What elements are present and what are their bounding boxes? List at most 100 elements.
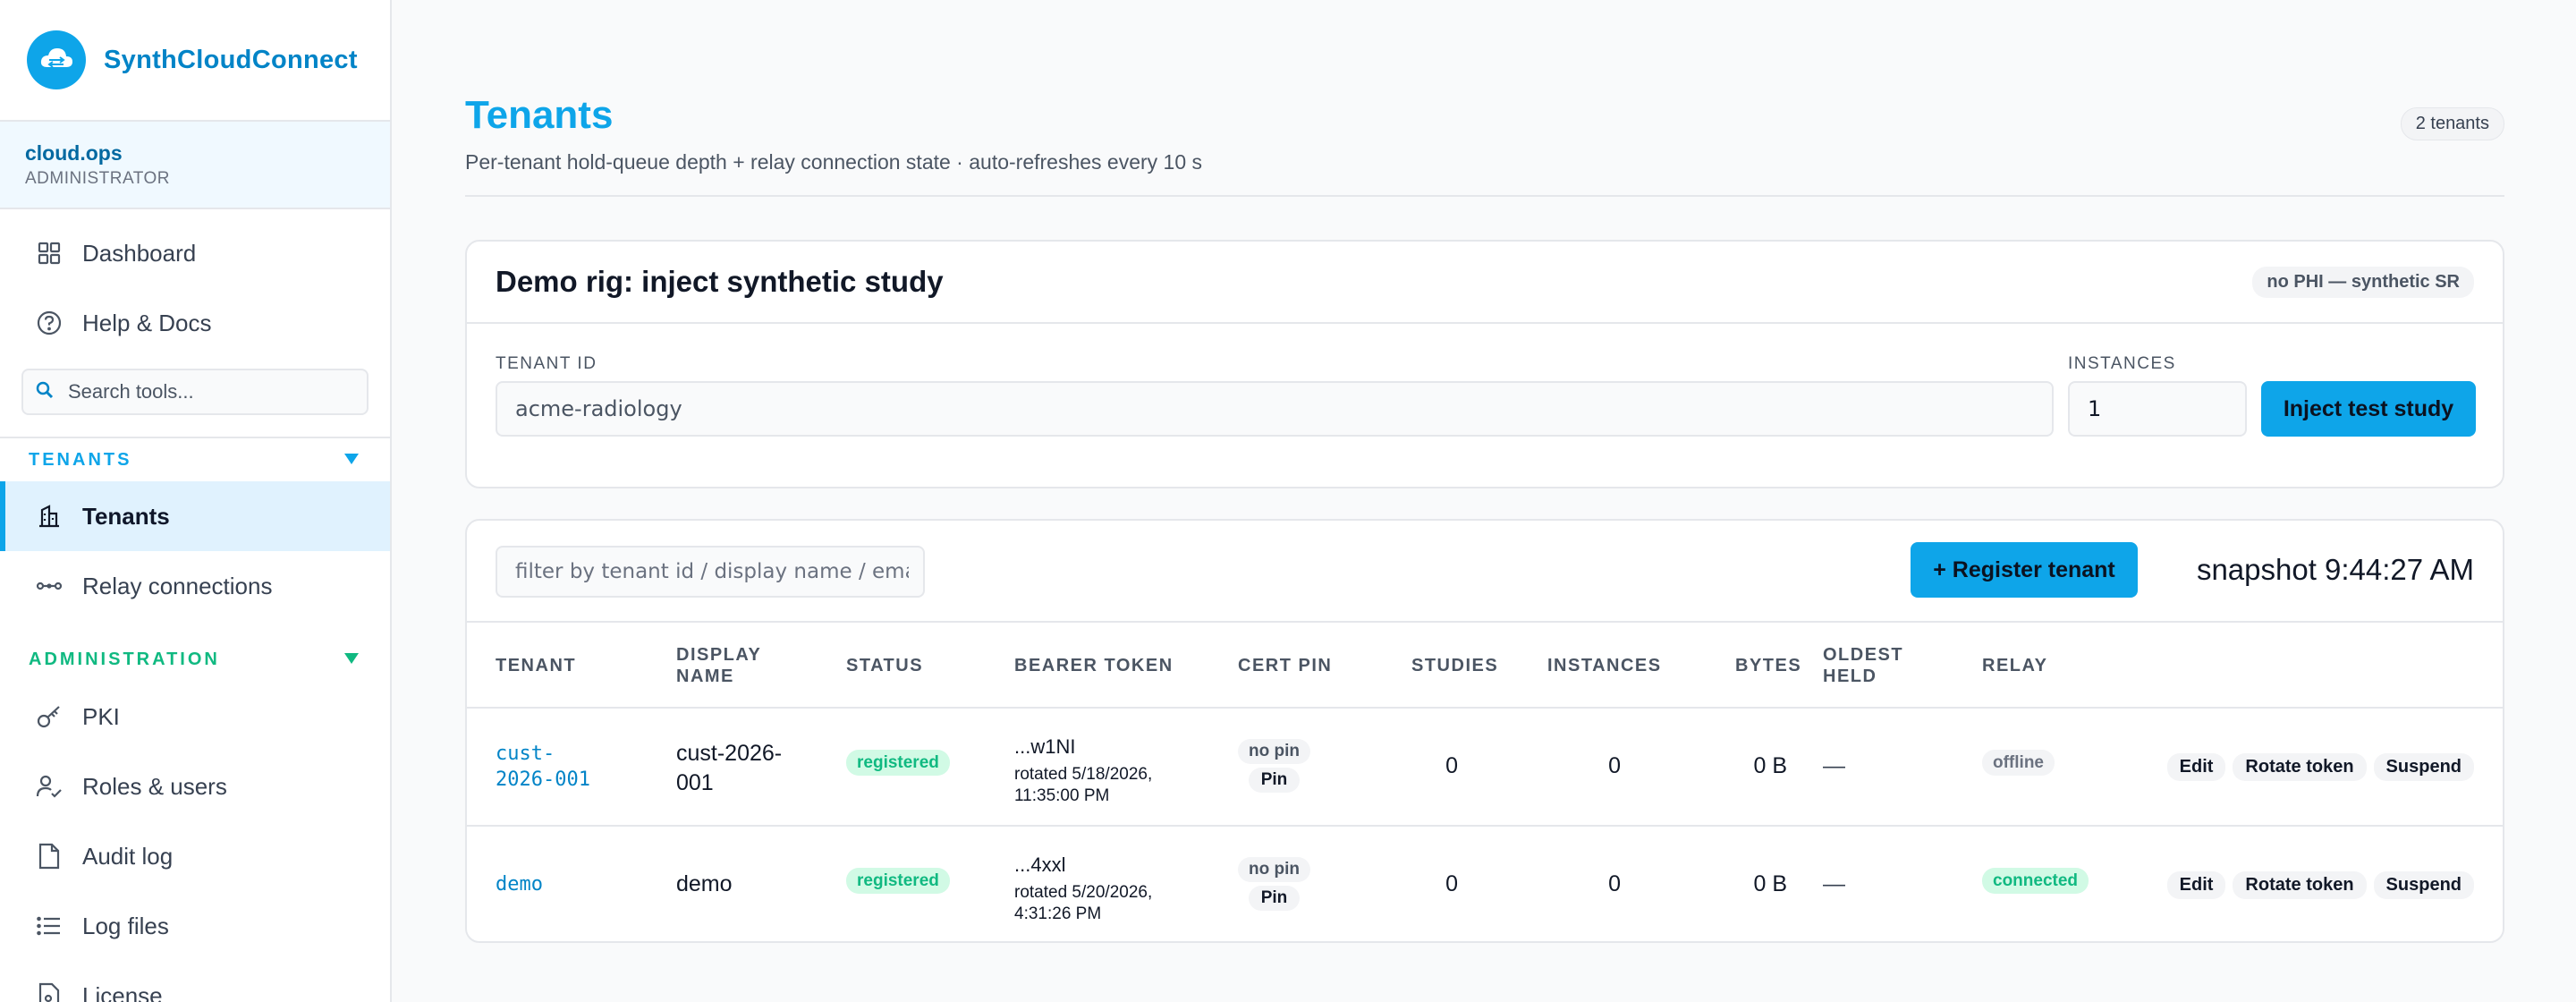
status-cell: registered — [846, 868, 950, 894]
col-oldest-held[interactable]: OLDEST HELD — [1823, 644, 1903, 687]
grid-icon — [34, 238, 64, 268]
sidebar-item-label: Dashboard — [82, 239, 197, 267]
col-instances[interactable]: INSTANCES — [1547, 655, 1662, 676]
table-header: TENANT DISPLAY NAME STATUS BEARER TOKEN … — [467, 621, 2503, 709]
studies-count: 0 — [1445, 871, 1458, 896]
studies-count: 0 — [1445, 753, 1458, 778]
tenant-id-line: demo — [496, 873, 543, 896]
tenant-count-badge: 2 tenants — [2400, 107, 2504, 140]
sidebar-item-label: PKI — [82, 702, 120, 730]
user-role: ADMINISTRATOR — [25, 169, 171, 188]
pin-status-badge: no pin — [1238, 739, 1310, 764]
col-display-name[interactable]: DISPLAY NAME — [676, 644, 761, 687]
sidebar: SynthCloudConnect cloud.ops ADMINISTRATO… — [0, 0, 392, 1002]
cert-pin-cell: no pin Pin — [1238, 739, 1310, 793]
col-cert-pin[interactable]: CERT PIN — [1238, 655, 1332, 676]
register-tenant-button[interactable]: + Register tenant — [1911, 542, 2138, 598]
edit-button[interactable]: Edit — [2166, 753, 2226, 781]
instances-count: 0 — [1608, 753, 1621, 778]
col-tenant[interactable]: TENANT — [496, 655, 576, 676]
demo-rig-title: Demo rig: inject synthetic study — [496, 265, 944, 298]
tenant-id-label: TENANT ID — [496, 354, 597, 373]
sidebar-item-label: Tenants — [82, 502, 170, 530]
section-title: ADMINISTRATION — [29, 649, 220, 669]
relay-cell: offline — [1982, 750, 2055, 776]
sidebar-item-tenants[interactable]: Tenants — [0, 481, 390, 551]
rotate-token-button[interactable]: Rotate token — [2233, 871, 2367, 899]
tenant-id-input[interactable]: acme-radiology — [496, 381, 2054, 437]
display-name-line: 001 — [676, 770, 714, 795]
sidebar-item-pki[interactable]: PKI — [0, 682, 390, 752]
sidebar-item-relay[interactable]: Relay connections — [0, 551, 390, 621]
row-actions: Edit Rotate token Suspend — [2166, 871, 2474, 899]
search-input[interactable] — [68, 380, 336, 403]
col-oldest-held-line: HELD — [1823, 667, 1877, 686]
section-tenants[interactable]: TENANTS — [0, 437, 390, 481]
search-icon — [36, 381, 54, 403]
main-content: Tenants Per-tenant hold-queue depth + re… — [392, 0, 2576, 1002]
brand: SynthCloudConnect — [0, 0, 390, 122]
sidebar-item-logfiles[interactable]: Log files — [0, 891, 390, 961]
status-cell: registered — [846, 750, 950, 776]
pin-status-badge: no pin — [1238, 857, 1310, 882]
tenant-id-link[interactable]: cust- 2026-001 — [496, 741, 590, 793]
sidebar-item-audit[interactable]: Audit log — [0, 821, 390, 891]
table-row: demo demo registered ...4xxl rotated 5/2… — [467, 827, 2503, 941]
col-studies[interactable]: STUDIES — [1411, 655, 1498, 676]
sidebar-item-dashboard[interactable]: Dashboard — [0, 218, 390, 288]
demo-rig-header: Demo rig: inject synthetic study no PHI … — [467, 242, 2503, 324]
suspend-button[interactable]: Suspend — [2373, 871, 2474, 899]
license-icon — [34, 981, 64, 1002]
col-bytes[interactable]: BYTES — [1735, 655, 1801, 676]
relay-status-badge: connected — [1982, 868, 2089, 894]
document-icon — [34, 841, 64, 871]
tool-search[interactable] — [21, 369, 369, 415]
sidebar-item-roles[interactable]: Roles & users — [0, 752, 390, 821]
token-rotated-line: 11:35:00 PM — [1014, 786, 1110, 805]
display-name-line: demo — [676, 871, 733, 896]
sidebar-item-label: Help & Docs — [82, 309, 212, 336]
col-oldest-held-line: OLDEST — [1823, 645, 1904, 665]
rotate-token-button[interactable]: Rotate token — [2233, 753, 2367, 781]
sidebar-item-label: Log files — [82, 912, 169, 939]
inject-test-study-button[interactable]: Inject test study — [2261, 381, 2476, 437]
col-display-name-line: NAME — [676, 667, 734, 686]
instances-input[interactable]: 1 — [2068, 381, 2247, 437]
tenant-filter[interactable] — [496, 546, 925, 598]
token-suffix: ...4xxl — [1014, 853, 1066, 876]
relay-status-badge: offline — [1982, 750, 2055, 776]
col-bearer-token[interactable]: BEARER TOKEN — [1014, 655, 1174, 676]
chevron-down-icon[interactable] — [343, 650, 360, 670]
status-badge: registered — [846, 868, 950, 894]
bytes-value: 0 B — [1753, 753, 1787, 778]
sidebar-item-license[interactable]: License — [0, 961, 390, 1002]
pin-button[interactable]: Pin — [1248, 768, 1301, 793]
col-relay[interactable]: RELAY — [1982, 655, 2047, 676]
app-name: SynthCloudConnect — [104, 45, 358, 74]
col-status[interactable]: STATUS — [846, 655, 923, 676]
filter-input[interactable] — [515, 560, 909, 583]
pin-button[interactable]: Pin — [1248, 886, 1301, 911]
no-phi-badge: no PHI — synthetic SR — [2252, 266, 2474, 298]
user-check-icon — [34, 771, 64, 802]
section-administration[interactable]: ADMINISTRATION — [0, 637, 390, 682]
key-icon — [34, 701, 64, 732]
tenant-id-link[interactable]: demo — [496, 871, 543, 897]
token-suffix: ...w1NI — [1014, 735, 1076, 758]
suspend-button[interactable]: Suspend — [2373, 753, 2474, 781]
oldest-held-value: — — [1823, 753, 1845, 778]
tenant-id-line: 2026-001 — [496, 768, 590, 791]
section-title: TENANTS — [29, 449, 132, 470]
instances-count: 0 — [1608, 871, 1621, 896]
edit-button[interactable]: Edit — [2166, 871, 2226, 899]
sidebar-item-label: License — [82, 981, 163, 1002]
sidebar-item-help[interactable]: Help & Docs — [0, 288, 390, 358]
help-circle-icon — [34, 308, 64, 338]
snapshot-time: snapshot 9:44:27 AM — [2196, 553, 2474, 586]
token-rotated-line: 4:31:26 PM — [1014, 904, 1102, 923]
status-badge: registered — [846, 750, 950, 776]
chevron-down-icon[interactable] — [343, 450, 360, 471]
display-name: demo — [676, 870, 733, 899]
bearer-token-cell: ...w1NI rotated 5/18/2026, 11:35:00 PM — [1014, 735, 1152, 807]
cert-pin-cell: no pin Pin — [1238, 857, 1310, 911]
